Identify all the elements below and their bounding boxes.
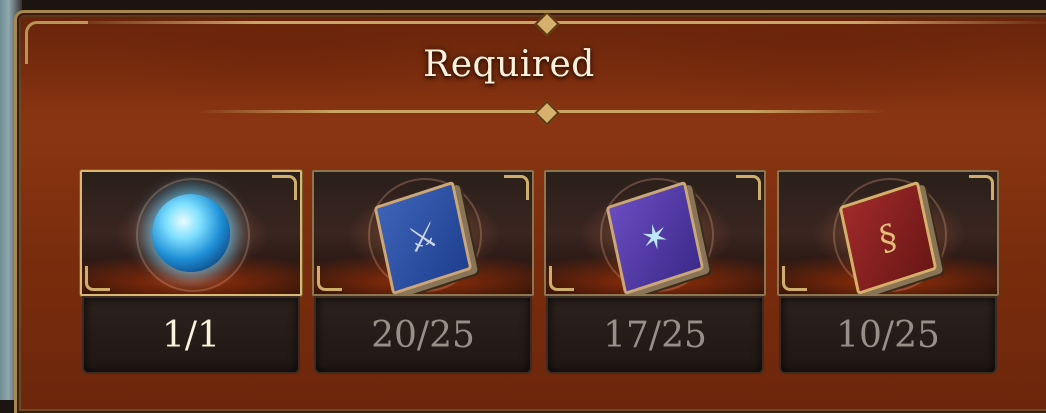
item-count: 1/1 [162,314,220,356]
required-item-rune-tome[interactable]: § 10/25 [777,170,999,375]
frame-corner [782,266,807,291]
count-box: 17/25 [546,296,764,374]
item-count: 20/25 [371,314,475,356]
required-item-orb[interactable]: 1/1 [80,170,302,375]
item-count: 10/25 [836,314,940,356]
count-box: 1/1 [82,296,300,374]
item-image: ✶ [544,170,766,296]
required-item-sword-tome[interactable]: ⚔ 20/25 [312,170,534,375]
frame-corner [736,175,761,200]
item-image: § [777,170,999,296]
panel-title: Required [423,44,595,85]
crystal-orb-icon [152,194,230,272]
frame-corner [504,175,529,200]
frame-corner [549,266,574,291]
item-image: ⚔ [312,170,534,296]
frame-corner [85,266,110,291]
count-box: 10/25 [779,296,997,374]
count-box: 20/25 [314,296,532,374]
item-image [80,170,302,296]
frame-corner [969,175,994,200]
required-item-star-tome[interactable]: ✶ 17/25 [544,170,766,375]
frame-corner [272,175,297,200]
item-count: 17/25 [603,314,707,356]
frame-corner [317,266,342,291]
